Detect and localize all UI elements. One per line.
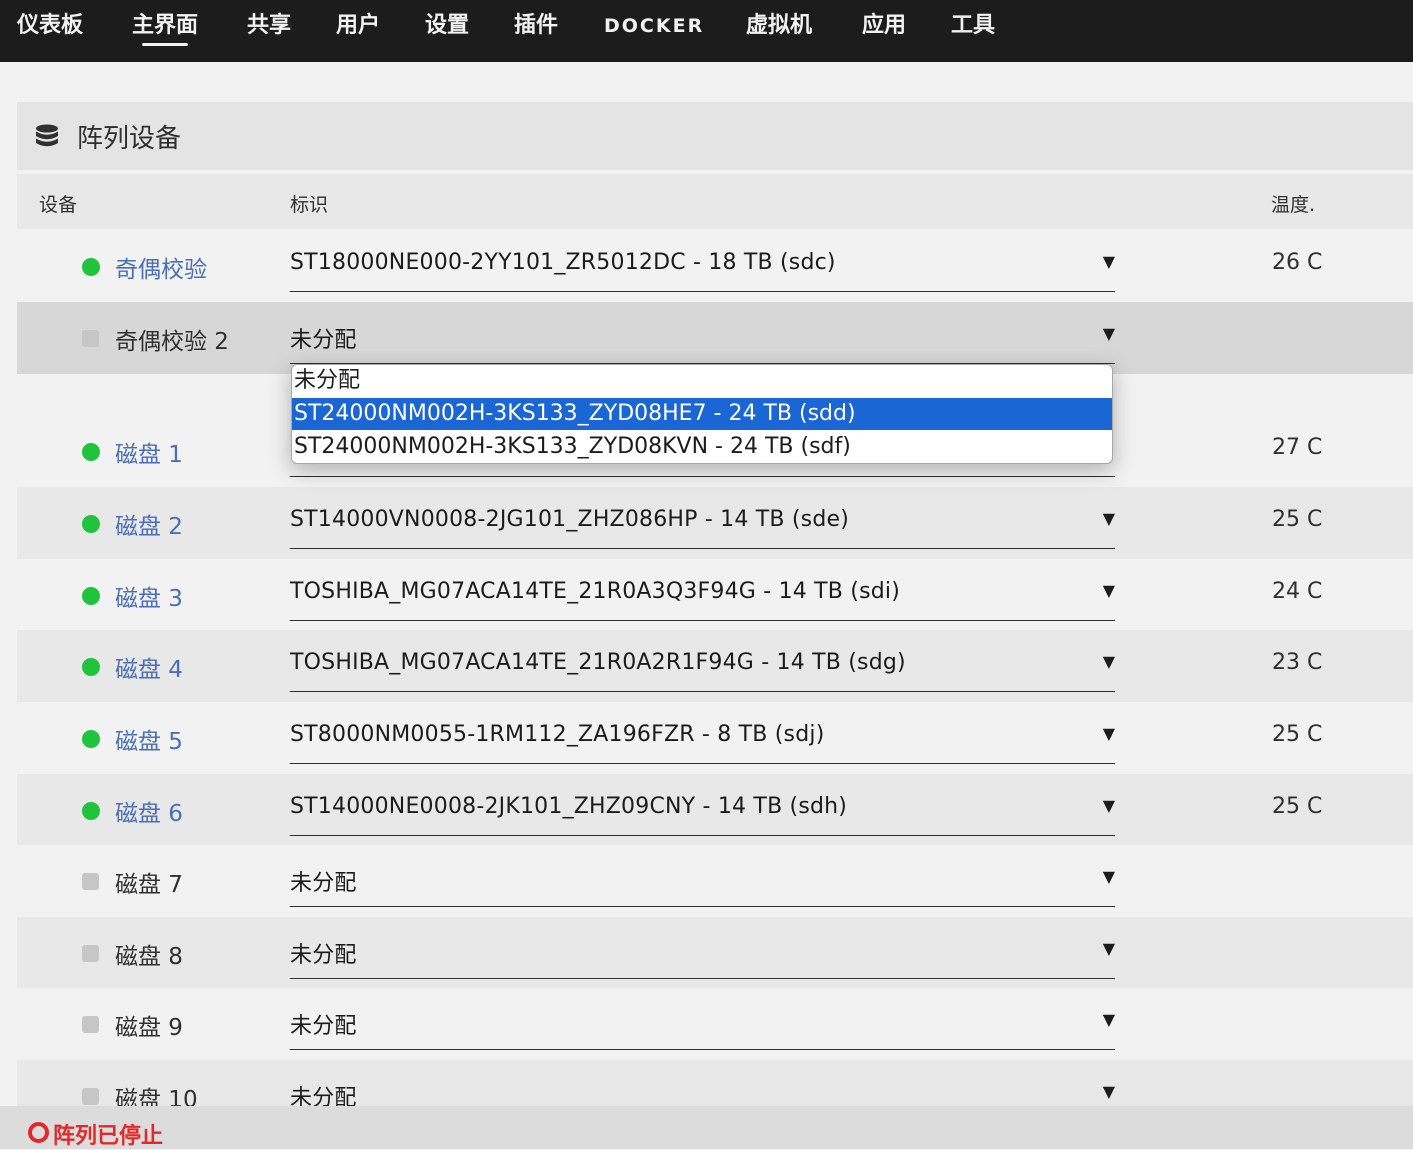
column-identification: 标识 <box>290 194 329 216</box>
table-row-parity: 奇偶校验 ST18000NE000-2YY101_ZR5012DC - 18 T… <box>17 230 1413 302</box>
dropdown-option-sdf[interactable]: ST24000NM002H-3KS133_ZYD08KVN - 24 TB (s… <box>292 431 1112 463</box>
device-select[interactable]: ST14000VN0008-2JG101_ZHZ086HP - 14 TB (s… <box>290 487 1115 549</box>
device-select-value: 未分配 <box>290 871 357 896</box>
dropdown-arrow-icon: ▼ <box>1102 939 1115 958</box>
status-online-icon <box>82 587 100 605</box>
status-online-icon <box>82 515 100 533</box>
device-link-disk-3[interactable]: 磁盘 3 <box>115 579 183 613</box>
status-unassigned-icon <box>82 945 99 962</box>
dropdown-arrow-icon: ▼ <box>1102 1082 1115 1101</box>
device-select[interactable]: 未分配 ▼ <box>290 988 1115 1050</box>
temperature-value: 25 C <box>1272 507 1323 532</box>
array-status: 阵列已停止 <box>53 1124 164 1149</box>
device-link-disk-4[interactable]: 磁盘 4 <box>115 650 183 684</box>
device-select-value: 未分配 <box>290 328 357 353</box>
device-select-value: ST14000NE0008-2JK101_ZHZ09CNY - 14 TB (s… <box>290 794 848 819</box>
dropdown-arrow-icon: ▼ <box>1102 581 1115 600</box>
nav-main[interactable]: 主界面 <box>132 0 198 62</box>
dropdown-option-sdd[interactable]: ST24000NM002H-3KS133_ZYD08HE7 - 24 TB (s… <box>292 398 1112 430</box>
temperature-value: 25 C <box>1272 722 1323 747</box>
dropdown-arrow-icon: ▼ <box>1102 652 1115 671</box>
status-online-icon <box>82 443 100 461</box>
device-select[interactable]: TOSHIBA_MG07ACA14TE_21R0A2R1F94G - 14 TB… <box>290 630 1115 692</box>
device-select[interactable]: ST18000NE000-2YY101_ZR5012DC - 18 TB (sd… <box>290 230 1115 292</box>
temperature-value: 23 C <box>1272 650 1323 675</box>
device-dropdown-list: 未分配 ST24000NM002H-3KS133_ZYD08HE7 - 24 T… <box>291 364 1113 464</box>
status-unassigned-icon <box>82 330 99 347</box>
device-select[interactable]: ST8000NM0055-1RM112_ZA196FZR - 8 TB (sdj… <box>290 702 1115 764</box>
device-select-value: 未分配 <box>290 943 357 968</box>
table-row-disk-5: 磁盘 5 ST8000NM0055-1RM112_ZA196FZR - 8 TB… <box>17 702 1413 774</box>
status-online-icon <box>82 802 100 820</box>
device-select[interactable]: TOSHIBA_MG07ACA14TE_21R0A3Q3F94G - 14 TB… <box>290 559 1115 621</box>
nav-dashboard[interactable]: 仪表板 <box>17 0 83 62</box>
status-unassigned-icon <box>82 873 99 890</box>
table-row-disk-2: 磁盘 2 ST14000VN0008-2JG101_ZHZ086HP - 14 … <box>17 487 1413 559</box>
device-select[interactable]: 未分配 ▼ <box>290 845 1115 907</box>
table-row-disk-3: 磁盘 3 TOSHIBA_MG07ACA14TE_21R0A3Q3F94G - … <box>17 559 1413 631</box>
status-online-icon <box>82 658 100 676</box>
device-link-parity[interactable]: 奇偶校验 <box>115 250 207 284</box>
device-link-disk-6[interactable]: 磁盘 6 <box>115 794 183 828</box>
temperature-value: 26 C <box>1272 250 1323 275</box>
status-unassigned-icon <box>82 1088 99 1105</box>
nav-plugins[interactable]: 插件 <box>514 0 558 62</box>
dropdown-arrow-icon: ▼ <box>1102 796 1115 815</box>
nav-tools[interactable]: 工具 <box>951 0 995 62</box>
dropdown-arrow-icon: ▼ <box>1102 509 1115 528</box>
stopped-icon <box>28 1122 49 1143</box>
table-row-disk-6: 磁盘 6 ST14000NE0008-2JK101_ZHZ09CNY - 14 … <box>17 774 1413 846</box>
device-link-disk-2[interactable]: 磁盘 2 <box>115 507 183 541</box>
dropdown-arrow-icon: ▼ <box>1102 867 1115 886</box>
nav-vms[interactable]: 虚拟机 <box>746 0 812 62</box>
status-bar: 阵列已停止 <box>0 1106 1413 1149</box>
status-online-icon <box>82 730 100 748</box>
device-link-disk-5[interactable]: 磁盘 5 <box>115 722 183 756</box>
device-select-value: 未分配 <box>290 1014 357 1039</box>
nav-docker[interactable]: DOCKER <box>604 0 704 62</box>
device-select-value: TOSHIBA_MG07ACA14TE_21R0A3Q3F94G - 14 TB… <box>290 579 900 604</box>
column-temperature: 温度. <box>1271 194 1316 216</box>
table-row-disk-4: 磁盘 4 TOSHIBA_MG07ACA14TE_21R0A2R1F94G - … <box>17 630 1413 702</box>
dropdown-arrow-icon: ▼ <box>1102 324 1115 343</box>
device-select-value: ST8000NM0055-1RM112_ZA196FZR - 8 TB (sdj… <box>290 722 825 747</box>
top-nav: 仪表板 主界面 共享 用户 设置 插件 DOCKER 虚拟机 应用 工具 <box>0 0 1413 62</box>
table-row-disk-8: 磁盘 8 未分配 ▼ <box>17 917 1413 989</box>
dropdown-option-unassigned[interactable]: 未分配 <box>292 365 1112 397</box>
status-unassigned-icon <box>82 1016 99 1033</box>
nav-users[interactable]: 用户 <box>336 0 380 62</box>
database-icon <box>36 124 58 147</box>
device-label-disk-7: 磁盘 7 <box>115 872 183 898</box>
device-link-disk-1[interactable]: 磁盘 1 <box>115 435 183 469</box>
temperature-value: 24 C <box>1272 579 1323 604</box>
temperature-value: 25 C <box>1272 794 1323 819</box>
device-select[interactable]: 未分配 ▼ <box>290 917 1115 979</box>
table-row-disk-7: 磁盘 7 未分配 ▼ <box>17 845 1413 917</box>
dropdown-arrow-icon: ▼ <box>1102 252 1115 271</box>
nav-shares[interactable]: 共享 <box>247 0 291 62</box>
status-online-icon <box>82 258 100 276</box>
nav-settings[interactable]: 设置 <box>425 0 469 62</box>
nav-apps[interactable]: 应用 <box>862 0 906 62</box>
device-label-disk-8: 磁盘 8 <box>115 944 183 970</box>
table-header: 设备 标识 温度. <box>17 174 1413 229</box>
panel-title: 阵列设备 <box>77 124 182 154</box>
table-row-disk-9: 磁盘 9 未分配 ▼ <box>17 988 1413 1060</box>
device-select[interactable]: 未分配 ▼ <box>290 302 1115 364</box>
dropdown-arrow-icon: ▼ <box>1102 724 1115 743</box>
device-label-parity-2: 奇偶校验 2 <box>115 329 229 355</box>
column-device: 设备 <box>39 194 78 216</box>
device-label-disk-9: 磁盘 9 <box>115 1015 183 1041</box>
temperature-value: 27 C <box>1272 435 1323 460</box>
device-select-value: TOSHIBA_MG07ACA14TE_21R0A2R1F94G - 14 TB… <box>290 650 906 675</box>
device-select-value: ST14000VN0008-2JG101_ZHZ086HP - 14 TB (s… <box>290 507 849 532</box>
dropdown-arrow-icon: ▼ <box>1102 1010 1115 1029</box>
panel-header: 阵列设备 <box>17 102 1413 170</box>
device-select[interactable]: ST14000NE0008-2JK101_ZHZ09CNY - 14 TB (s… <box>290 774 1115 836</box>
device-select-value: ST18000NE000-2YY101_ZR5012DC - 18 TB (sd… <box>290 250 836 275</box>
